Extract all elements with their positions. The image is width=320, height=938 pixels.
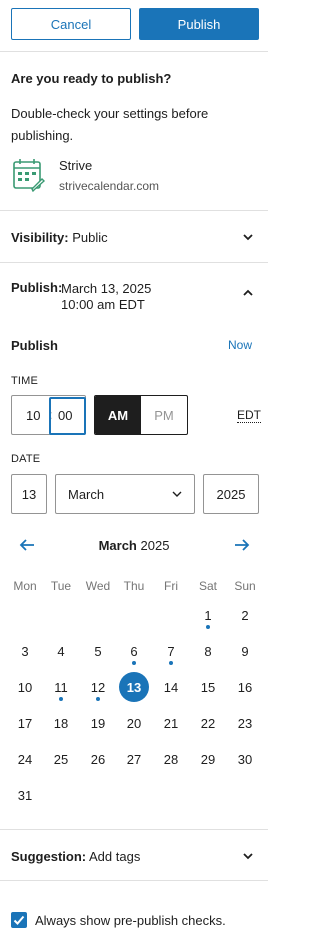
divider bbox=[0, 829, 268, 830]
prepublish-checkbox-label[interactable]: Always show pre-publish checks. bbox=[35, 913, 226, 928]
calendar-day[interactable]: 15 bbox=[193, 672, 223, 702]
weekday-label: Thu bbox=[123, 579, 145, 593]
publish-picker-heading: Publish bbox=[11, 338, 58, 353]
calendar-day[interactable]: 18 bbox=[46, 708, 76, 738]
calendar-day[interactable]: 3 bbox=[10, 636, 40, 666]
weekday-row: Mon Tue Wed Thu Fri Sat Sun bbox=[0, 579, 268, 595]
chevron-up-icon[interactable] bbox=[242, 287, 254, 299]
calendar-day[interactable]: 24 bbox=[10, 744, 40, 774]
post-indicator-dot bbox=[169, 661, 173, 665]
publish-time-line: 10:00 am EDT bbox=[61, 297, 145, 312]
chevron-down-icon bbox=[172, 491, 182, 497]
month-select[interactable]: March bbox=[55, 474, 195, 514]
calendar-header: March 2025 bbox=[0, 535, 268, 555]
calendar-day[interactable]: 27 bbox=[119, 744, 149, 774]
site-name: Strive bbox=[59, 158, 93, 173]
calendar-day[interactable]: 7 bbox=[156, 636, 186, 666]
calendar-day[interactable]: 19 bbox=[83, 708, 113, 738]
calendar-day[interactable]: 30 bbox=[230, 744, 260, 774]
suggestion-value: Add tags bbox=[89, 849, 141, 864]
suggestion-label: Suggestion: bbox=[11, 849, 87, 864]
calendar-day[interactable]: 6 bbox=[119, 636, 149, 666]
prepublish-checkbox[interactable] bbox=[11, 912, 27, 928]
am-button[interactable]: AM bbox=[95, 396, 141, 434]
weekday-label: Sat bbox=[198, 579, 217, 593]
calendar-day[interactable]: 11 bbox=[46, 672, 76, 702]
arrow-right-icon[interactable] bbox=[233, 537, 251, 553]
minute-value: 00 bbox=[58, 408, 73, 423]
weekday-label: Mon bbox=[13, 579, 37, 593]
calendar-day[interactable]: 29 bbox=[193, 744, 223, 774]
calendar-day[interactable]: 26 bbox=[83, 744, 113, 774]
publish-row-label: Publish: bbox=[11, 280, 63, 295]
weekday-label: Tue bbox=[50, 579, 72, 593]
hour-value: 10 bbox=[26, 408, 41, 423]
weekday-label: Wed bbox=[85, 579, 111, 593]
calendar-day[interactable]: 4 bbox=[46, 636, 76, 666]
checkmark-icon bbox=[13, 915, 25, 925]
now-button[interactable]: Now bbox=[228, 338, 252, 352]
cancel-button[interactable]: Cancel bbox=[11, 8, 131, 40]
post-indicator-dot bbox=[96, 697, 100, 701]
pm-button[interactable]: PM bbox=[141, 396, 187, 434]
chevron-down-icon[interactable] bbox=[242, 850, 254, 862]
calendar-day[interactable]: 28 bbox=[156, 744, 186, 774]
calendar-day[interactable]: 16 bbox=[230, 672, 260, 702]
calendar-year: 2025 bbox=[140, 538, 170, 553]
calendar-day[interactable]: 25 bbox=[46, 744, 76, 774]
calendar-day[interactable]: 9 bbox=[230, 636, 260, 666]
calendar-day[interactable]: 21 bbox=[156, 708, 186, 738]
chevron-down-icon[interactable] bbox=[242, 231, 254, 243]
post-indicator-dot bbox=[59, 697, 63, 701]
calendar-month: March bbox=[98, 538, 137, 553]
weekday-label: Sun bbox=[234, 579, 256, 593]
calendar-day[interactable]: 8 bbox=[193, 636, 223, 666]
calendar-day[interactable]: 10 bbox=[10, 672, 40, 702]
calendar-day[interactable]: 22 bbox=[193, 708, 223, 738]
publish-button[interactable]: Publish bbox=[139, 8, 259, 40]
post-indicator-dot bbox=[206, 625, 210, 629]
timezone-label[interactable]: EDT bbox=[237, 409, 261, 423]
calendar-day[interactable]: 14 bbox=[156, 672, 186, 702]
publish-date-line: March 13, 2025 bbox=[61, 281, 152, 296]
calendar-day[interactable]: 2 bbox=[230, 600, 260, 630]
minute-input[interactable]: 00 bbox=[49, 397, 86, 435]
visibility-label: Visibility: bbox=[11, 230, 69, 245]
calendar-day[interactable]: 12 bbox=[83, 672, 113, 702]
suggestion-row[interactable]: Suggestion: Add tags bbox=[11, 849, 140, 864]
am-pm-toggle: AM PM bbox=[94, 395, 188, 435]
weekday-label: Fri bbox=[164, 579, 178, 593]
day-input[interactable]: 13 bbox=[11, 474, 47, 514]
calendar-day[interactable]: 1 bbox=[193, 600, 223, 630]
visibility-value: Public bbox=[72, 230, 108, 245]
date-caption: DATE bbox=[11, 453, 41, 465]
calendar-day[interactable]: 31 bbox=[10, 780, 40, 810]
calendar-day[interactable]: 5 bbox=[83, 636, 113, 666]
prepublish-description: Double-check your settings before publis… bbox=[11, 106, 209, 143]
visibility-row[interactable]: Visibility: Public bbox=[11, 230, 108, 245]
calendar-day[interactable]: 13 bbox=[119, 672, 149, 702]
calendar-day[interactable]: 17 bbox=[10, 708, 40, 738]
top-action-bar: Cancel Publish bbox=[0, 0, 268, 52]
calendar-day[interactable]: 23 bbox=[230, 708, 260, 738]
site-url: strivecalendar.com bbox=[59, 179, 160, 193]
prepublish-title: Are you ready to publish? bbox=[11, 71, 172, 86]
time-caption: TIME bbox=[11, 375, 39, 387]
calendar-pencil-icon bbox=[13, 159, 46, 192]
month-value: March bbox=[68, 487, 105, 502]
calendar-day[interactable]: 20 bbox=[119, 708, 149, 738]
divider bbox=[0, 880, 268, 881]
calendar-grid: 1 2 3 4 5 6 7 8 9 10 11 12 13 14 15 16 17 18 19 20 21 22 23 24 2… bbox=[0, 600, 268, 820]
post-indicator-dot bbox=[132, 661, 136, 665]
year-input[interactable]: 2025 bbox=[203, 474, 259, 514]
divider bbox=[0, 210, 268, 211]
calendar-title: March 2025 bbox=[0, 538, 268, 553]
divider bbox=[0, 262, 268, 263]
